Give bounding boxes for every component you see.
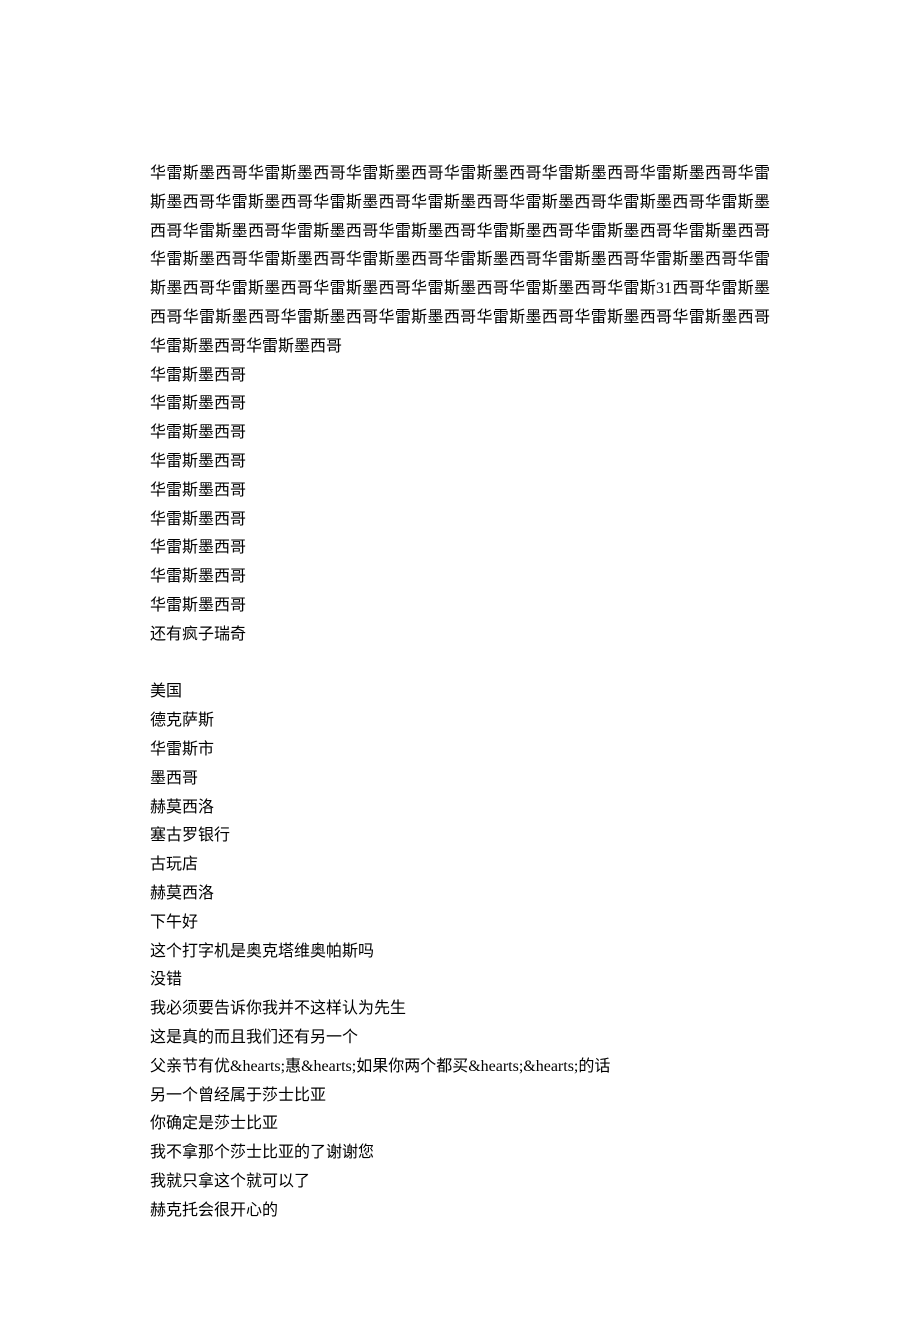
text-line: 美国 <box>150 678 770 707</box>
text-line: 华雷斯墨西哥 <box>150 534 770 563</box>
text-line: 德克萨斯 <box>150 707 770 736</box>
text-line: 华雷斯墨西哥 <box>150 592 770 621</box>
text-line: 塞古罗银行 <box>150 822 770 851</box>
text-line: 华雷斯墨西哥 <box>150 448 770 477</box>
document-page: 华雷斯墨西哥华雷斯墨西哥华雷斯墨西哥华雷斯墨西哥华雷斯墨西哥华雷斯墨西哥华雷斯墨… <box>0 0 920 1325</box>
text-line: 这个打字机是奥克塔维奥帕斯吗 <box>150 938 770 967</box>
text-line: 华雷斯墨西哥 <box>150 362 770 391</box>
text-line: 赫克托会很开心的 <box>150 1197 770 1226</box>
text-line: 还有疯子瑞奇 <box>150 621 770 650</box>
intro-paragraph: 华雷斯墨西哥华雷斯墨西哥华雷斯墨西哥华雷斯墨西哥华雷斯墨西哥华雷斯墨西哥华雷斯墨… <box>150 160 770 362</box>
text-line: 华雷斯墨西哥 <box>150 563 770 592</box>
block-2: 美国德克萨斯华雷斯市墨西哥赫莫西洛塞古罗银行古玩店赫莫西洛下午好这个打字机是奥克… <box>150 678 770 1225</box>
text-line: 父亲节有优&hearts;惠&hearts;如果你两个都买&hearts;&he… <box>150 1053 770 1082</box>
text-line: 赫莫西洛 <box>150 794 770 823</box>
text-line: 华雷斯墨西哥 <box>150 390 770 419</box>
block-1: 华雷斯墨西哥华雷斯墨西哥华雷斯墨西哥华雷斯墨西哥华雷斯墨西哥华雷斯墨西哥华雷斯墨… <box>150 362 770 650</box>
text-line: 我就只拿这个就可以了 <box>150 1168 770 1197</box>
text-line: 华雷斯墨西哥 <box>150 477 770 506</box>
text-line: 没错 <box>150 966 770 995</box>
text-line: 这是真的而且我们还有另一个 <box>150 1024 770 1053</box>
text-line: 墨西哥 <box>150 765 770 794</box>
text-line: 我必须要告诉你我并不这样认为先生 <box>150 995 770 1024</box>
text-line: 我不拿那个莎士比亚的了谢谢您 <box>150 1139 770 1168</box>
text-line: 华雷斯墨西哥 <box>150 419 770 448</box>
blank-separator <box>150 650 770 679</box>
text-line: 华雷斯市 <box>150 736 770 765</box>
text-line: 古玩店 <box>150 851 770 880</box>
text-line: 你确定是莎士比亚 <box>150 1110 770 1139</box>
text-line: 下午好 <box>150 909 770 938</box>
text-line: 华雷斯墨西哥 <box>150 506 770 535</box>
text-line: 赫莫西洛 <box>150 880 770 909</box>
text-line: 另一个曾经属于莎士比亚 <box>150 1082 770 1111</box>
